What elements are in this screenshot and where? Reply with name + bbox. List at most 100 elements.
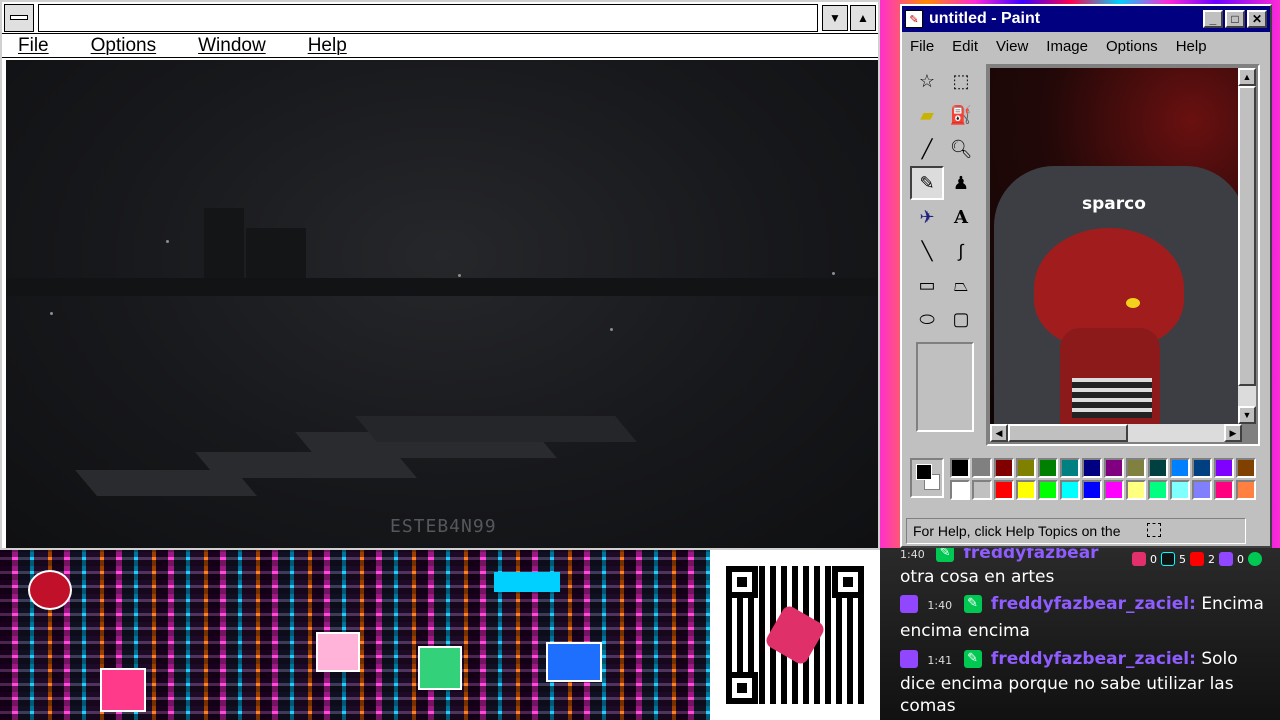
fill-tool[interactable]: ⛽ <box>944 98 978 132</box>
chat-time: 1:40 <box>900 548 925 561</box>
menu-options[interactable]: Options <box>1104 38 1160 55</box>
minimize-icon: _ <box>1209 12 1217 26</box>
color-swatch[interactable] <box>972 458 992 478</box>
menu-image[interactable]: Image <box>1044 38 1090 55</box>
glitch-tile <box>418 646 462 690</box>
close-button[interactable]: ✕ <box>1247 10 1267 28</box>
airbrush-tool[interactable]: ✈ <box>910 200 944 234</box>
color-swatch[interactable] <box>950 480 970 500</box>
menu-edit[interactable]: Edit <box>950 38 980 55</box>
color-swatch[interactable] <box>1192 458 1212 478</box>
brush-tool[interactable]: ♟ <box>944 166 978 200</box>
minimize-button[interactable]: _ <box>1203 10 1223 28</box>
horizontal-scrollbar[interactable]: ◀ ▶ <box>990 424 1242 442</box>
color-swatch[interactable] <box>1016 458 1036 478</box>
selection-size-icon <box>1147 523 1161 537</box>
building-silhouette <box>204 208 244 278</box>
scroll-up-button[interactable]: ▲ <box>1238 68 1256 86</box>
drawing-canvas[interactable]: sparco <box>990 68 1242 424</box>
horizontal-scroll-thumb[interactable] <box>1008 424 1128 442</box>
rect-select-tool[interactable]: ⬚ <box>944 64 978 98</box>
fill-icon: ⛽ <box>949 104 973 125</box>
maximize-button[interactable]: □ <box>1225 10 1245 28</box>
mod-badge-icon: ✎ <box>963 650 982 668</box>
color-swatch[interactable] <box>1060 458 1080 478</box>
color-swatch[interactable] <box>1060 480 1080 500</box>
scroll-left-button[interactable]: ◀ <box>990 424 1008 442</box>
menu-help[interactable]: Help <box>300 35 355 57</box>
vertical-scroll-thumb[interactable] <box>1238 86 1256 386</box>
color-swatch[interactable] <box>1104 480 1124 500</box>
snow-particle <box>458 274 461 277</box>
free-select-icon: ☆ <box>918 70 936 91</box>
rectangle-icon: ▭ <box>918 274 936 295</box>
color-swatch[interactable] <box>1214 480 1234 500</box>
chat-message: 1:40 ✎ freddyfazbear_zaciel: Encima <box>900 593 1264 617</box>
color-swatch[interactable] <box>1192 480 1212 500</box>
paint-titlebar[interactable]: ✎ untitled - Paint _ □ ✕ <box>902 6 1270 32</box>
foreground-color <box>916 464 932 480</box>
system-menu-button[interactable] <box>4 3 34 32</box>
snow-particle <box>610 328 613 331</box>
text-tool[interactable]: A <box>944 200 978 234</box>
color-swatch[interactable] <box>1148 480 1168 500</box>
menu-file[interactable]: File <box>10 35 57 57</box>
ellipse-tool[interactable]: ⬭ <box>910 302 944 336</box>
chat-text: dice encima porque no sabe utilizar las <box>900 674 1234 694</box>
menu-window[interactable]: Window <box>190 35 274 57</box>
brush-icon: ♟ <box>952 172 970 193</box>
color-swatch[interactable] <box>1126 458 1146 478</box>
color-swatch[interactable] <box>1104 458 1124 478</box>
menu-view[interactable]: View <box>994 38 1030 55</box>
color-swatch[interactable] <box>1038 458 1058 478</box>
color-swatch[interactable] <box>1038 480 1058 500</box>
horizon-band <box>6 278 878 296</box>
polygon-tool[interactable]: ⏢ <box>944 268 978 302</box>
glitch-tile <box>316 632 360 672</box>
rectangle-tool[interactable]: ▭ <box>910 268 944 302</box>
menu-options[interactable]: Options <box>83 35 164 57</box>
color-swatch[interactable] <box>1170 458 1190 478</box>
maximize-button[interactable]: ▲ <box>850 4 876 31</box>
line-tool[interactable]: ╲ <box>910 234 944 268</box>
pencil-tool[interactable]: ✎ <box>910 166 944 200</box>
chat-message: encima encima <box>900 620 1030 642</box>
paint-menubar: File Edit View Image Options Help <box>902 32 1270 60</box>
vertical-scrollbar[interactable]: ▲ ▼ <box>1238 68 1256 424</box>
color-swatch[interactable] <box>994 458 1014 478</box>
chat-username: freddyfazbear <box>963 548 1099 563</box>
color-swatch[interactable] <box>1214 458 1234 478</box>
color-swatch[interactable] <box>1126 480 1146 500</box>
current-colors-indicator[interactable] <box>910 458 944 498</box>
tool-options-box[interactable] <box>916 342 974 432</box>
video-window-titlebar[interactable]: ▼ ▲ <box>2 2 878 34</box>
color-swatch[interactable] <box>1082 458 1102 478</box>
eraser-tool[interactable]: ▰ <box>910 98 944 132</box>
scroll-down-button[interactable]: ▼ <box>1238 406 1256 424</box>
free-select-tool[interactable]: ☆ <box>910 64 944 98</box>
chat-overlay: 0 5 2 0 1:40 ✎ freddyfazbear otra cosa e… <box>880 548 1280 720</box>
color-swatch[interactable] <box>994 480 1014 500</box>
menu-file[interactable]: File <box>908 38 936 55</box>
color-swatch[interactable] <box>972 480 992 500</box>
magnifier-tool[interactable]: 🔍︎ <box>944 132 978 166</box>
rounded-rect-tool[interactable]: ▢ <box>944 302 978 336</box>
color-swatch[interactable] <box>1236 480 1256 500</box>
paint-app-icon: ✎ <box>905 10 923 28</box>
color-swatch[interactable] <box>1236 458 1256 478</box>
scroll-right-button[interactable]: ▶ <box>1224 424 1242 442</box>
color-swatch[interactable] <box>1148 458 1168 478</box>
menu-help[interactable]: Help <box>1174 38 1209 55</box>
color-swatch[interactable] <box>1016 480 1036 500</box>
eyedropper-tool[interactable]: ╱ <box>910 132 944 166</box>
color-swatch[interactable] <box>1082 480 1102 500</box>
curve-tool[interactable]: ∫ <box>944 234 978 268</box>
ellipse-icon: ⬭ <box>919 308 935 329</box>
game-video-frame: ESTEB4N99 <box>6 60 878 548</box>
avatar-eye <box>1126 298 1140 308</box>
minimize-button[interactable]: ▼ <box>822 4 848 31</box>
twitch-icon <box>900 595 918 613</box>
color-swatch[interactable] <box>950 458 970 478</box>
left-arrow-icon: ◀ <box>995 427 1003 438</box>
color-swatch[interactable] <box>1170 480 1190 500</box>
